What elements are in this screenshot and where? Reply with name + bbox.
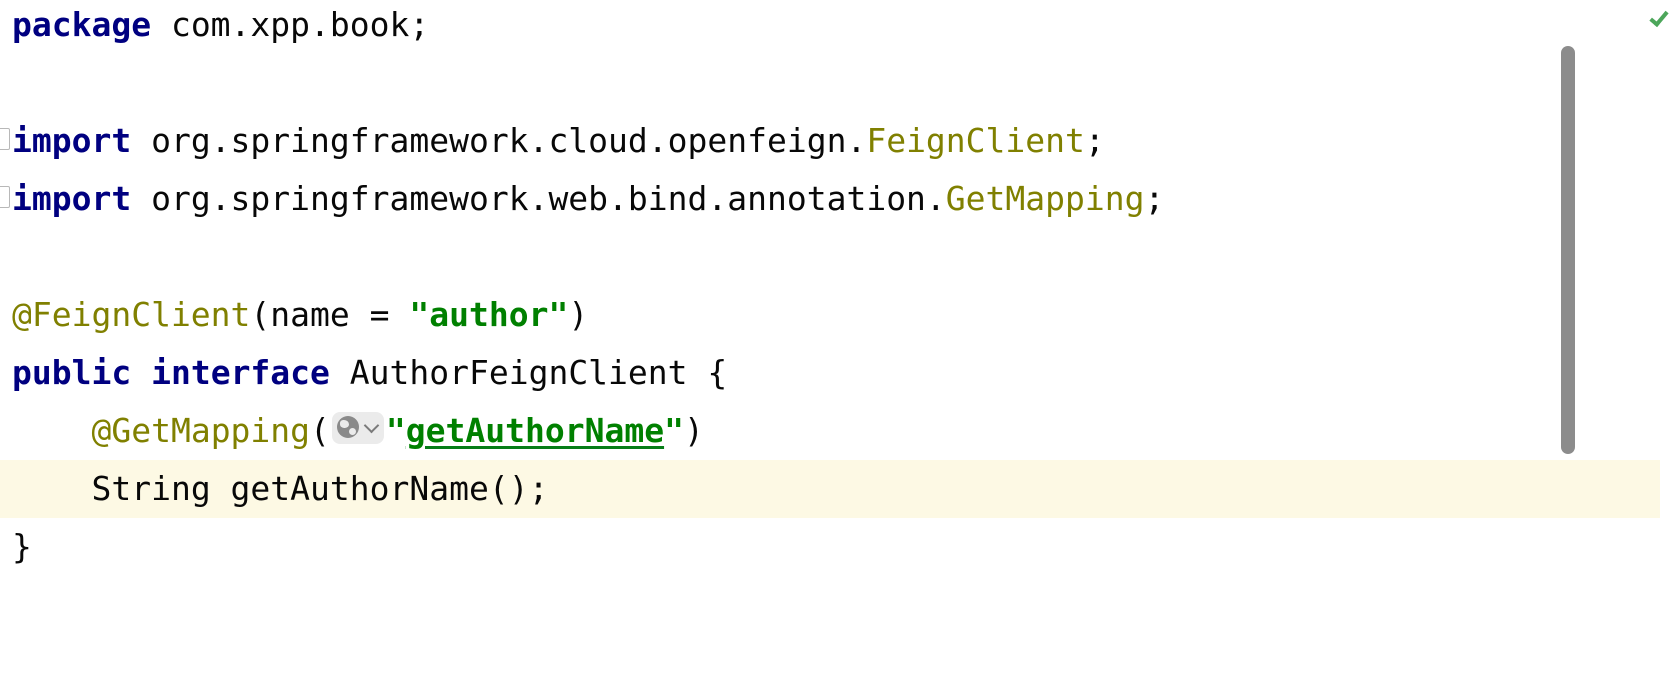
keyword-import: import	[12, 179, 132, 218]
import-class[interactable]: GetMapping	[946, 179, 1145, 218]
keyword-package: package	[12, 5, 152, 44]
code-line-import-getmapping[interactable]: import org.springframework.web.bind.anno…	[0, 174, 1660, 232]
code-line-feignclient-annotation[interactable]: @FeignClient(name = "author")	[0, 290, 1660, 348]
keyword-public: public	[12, 353, 132, 392]
string-author: "author"	[409, 295, 569, 334]
annotation-feignclient[interactable]: @FeignClient	[12, 295, 250, 334]
annotation-args-open: (name =	[250, 295, 410, 334]
code-line-method-current[interactable]: String getAuthorName();	[0, 460, 1660, 518]
endpoint-link[interactable]: getAuthorName	[406, 411, 664, 450]
package-name: com.xpp.book;	[151, 5, 430, 44]
code-line-getmapping-annotation[interactable]: @GetMapping( "getAuthorName")	[0, 406, 1660, 464]
import-package: org.springframework.web.bind.annotation.	[131, 179, 946, 218]
code-line-package[interactable]: package com.xpp.book;	[0, 0, 1660, 58]
endpoint-inlay-hint[interactable]	[331, 412, 384, 444]
semicolon: ;	[1084, 121, 1105, 160]
annotation-getmapping[interactable]: @GetMapping	[91, 411, 310, 450]
semicolon: ;	[1144, 179, 1165, 218]
keyword-import: import	[12, 121, 132, 160]
string-quote-open: "	[385, 411, 406, 450]
keyword-interface: interface	[151, 353, 330, 392]
code-line-interface-declaration[interactable]: public interface AuthorFeignClient {	[0, 348, 1660, 406]
globe-icon	[336, 416, 359, 438]
interface-name: AuthorFeignClient {	[329, 353, 728, 392]
code-line-import-feignclient[interactable]: import org.springframework.cloud.openfei…	[0, 116, 1660, 174]
annotation-args-close: )	[683, 411, 704, 450]
annotation-args-open: (	[310, 411, 330, 450]
chevron-down-icon	[363, 417, 380, 434]
method-declaration: String getAuthorName();	[91, 469, 549, 508]
import-class[interactable]: FeignClient	[866, 121, 1085, 160]
import-package: org.springframework.cloud.openfeign.	[131, 121, 867, 160]
code-editor[interactable]: package com.xpp.book; import org.springf…	[0, 0, 1670, 684]
code-line-closing-brace[interactable]: }	[0, 522, 1660, 580]
string-quote-close: "	[664, 411, 684, 450]
annotation-args-close: )	[568, 295, 589, 334]
closing-brace: }	[12, 527, 32, 566]
